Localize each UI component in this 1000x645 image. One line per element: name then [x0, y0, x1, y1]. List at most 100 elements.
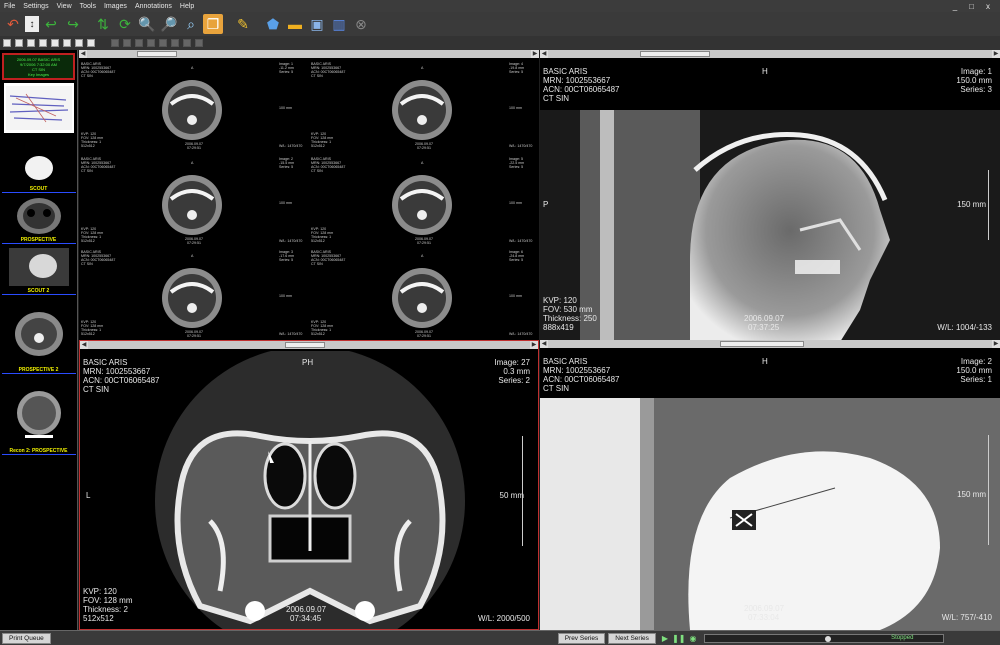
thumbnail-recon-2[interactable]: Recon 2: PROSPECTIVE: [1, 380, 76, 458]
pencil-icon[interactable]: ✎: [233, 14, 253, 34]
undo-icon[interactable]: ↶: [3, 14, 23, 34]
viewport-scrollbar[interactable]: ◀ ▶: [79, 50, 539, 58]
menu-images[interactable]: Images: [100, 3, 131, 10]
loop-icon[interactable]: ◉: [689, 634, 696, 643]
menu-view[interactable]: View: [53, 3, 76, 10]
layout-2x2-button[interactable]: [39, 39, 47, 47]
series-layout-6-button[interactable]: [171, 39, 179, 47]
copy-icon[interactable]: ❐: [203, 14, 223, 34]
study-header[interactable]: 2006.09.07 BASIC ARIS 9/7/2006 7:32:00 A…: [2, 53, 75, 80]
cell-study: CT SIN: [81, 262, 93, 266]
frontal-scout-image: [540, 398, 1000, 630]
thumbnail-scout[interactable]: SCOUT: [1, 146, 76, 194]
viewport-scrollbar[interactable]: ◀ ▶: [540, 340, 1000, 348]
close-button[interactable]: x: [982, 2, 994, 11]
rotate-icon[interactable]: ⟳: [115, 14, 135, 34]
series-layout-5-button[interactable]: [159, 39, 167, 47]
next-series-button[interactable]: Next Series: [608, 632, 656, 644]
thumbnail-image: [3, 299, 74, 365]
card-icon[interactable]: ▬: [285, 14, 305, 34]
swap-icon[interactable]: ⇅: [93, 14, 113, 34]
scroll-left-arrow[interactable]: ◀: [80, 341, 88, 349]
maximize-button[interactable]: □: [965, 2, 978, 11]
viewport-top-right[interactable]: ◀ ▶ BASIC ARIS MRN: 1002553667 ACN: 00CT…: [540, 50, 1000, 340]
menu-settings[interactable]: Settings: [19, 3, 52, 10]
toolbar: ↶ ↕ ↩ ↪ ⇅ ⟳ 🔍 🔎 ⌕ ❐ ✎ ⬟ ▬ ▣ ▥ ⊗: [0, 12, 1000, 36]
thumbnail-key-images[interactable]: [2, 83, 75, 143]
series-layout-3-button[interactable]: [135, 39, 143, 47]
cine-controls: ▶ ❚❚ ◉: [662, 634, 697, 643]
slider-knob[interactable]: [825, 635, 832, 642]
overlay-fov: FOV: 530 mm: [543, 595, 593, 604]
thumbnail-prospective[interactable]: PROSPECTIVE: [1, 197, 76, 245]
print-queue-button[interactable]: Print Queue: [2, 632, 51, 644]
cell-matrix: 512x512: [311, 239, 325, 243]
series-layout-2-button[interactable]: [123, 39, 131, 47]
scroll-thumb[interactable]: [285, 342, 325, 348]
screen-icon[interactable]: ▣: [307, 14, 327, 34]
scroll-thumb[interactable]: [137, 51, 177, 57]
tag-icon[interactable]: ⬟: [263, 14, 283, 34]
axial-cell[interactable]: BASIC ARIS MRN: 1002553667 ACN: 00CT060654…: [309, 60, 537, 155]
scroll-left-arrow[interactable]: ◀: [540, 340, 548, 348]
overlay-thickness: Thickness: 2: [83, 605, 128, 614]
scroll-thumb[interactable]: [720, 341, 804, 347]
layout-1x1-button[interactable]: [3, 39, 11, 47]
scroll-right-arrow[interactable]: ▶: [992, 340, 1000, 348]
magnify-icon[interactable]: ⌕: [181, 14, 201, 34]
next-icon[interactable]: ↪: [63, 14, 83, 34]
series-layout-4-button[interactable]: [147, 39, 155, 47]
thumbnail-image: [3, 380, 74, 446]
menu-file[interactable]: File: [0, 3, 19, 10]
scroll-right-arrow[interactable]: ▶: [992, 50, 1000, 58]
cell-time: 07:29:51: [417, 334, 431, 338]
thumbnail-image: [3, 146, 74, 184]
overlay-kvp: KVP: 120: [543, 586, 577, 595]
prev-series-button[interactable]: Prev Series: [557, 632, 606, 644]
overlay-acn: ACN: 00CT06065487: [543, 85, 620, 94]
scroll-left-arrow[interactable]: ◀: [540, 50, 548, 58]
cursor-icon[interactable]: ↕: [25, 16, 39, 32]
viewport-bottom-left[interactable]: ◀ ▶ BASIC ARIS MRN: 1002553667 ACN: 00CT…: [79, 340, 539, 630]
zoom-in-icon[interactable]: 🔍: [137, 14, 157, 34]
axial-cell[interactable]: BASIC ARIS MRN: 1002553667 ACN: 00CT060654…: [79, 155, 307, 250]
axial-cell[interactable]: BASIC ARIS MRN: 1002553667 ACN: 00CT060654…: [309, 248, 537, 340]
viewport-bottom-right[interactable]: ◀ ▶ BASIC ARIS MRN: 1002553667 ACN: 00CT…: [540, 340, 1000, 630]
viewport-top-left[interactable]: ◀ ▶ BASIC ARIS MRN: 1002553667 ACN: 00CT06…: [79, 50, 539, 340]
series-layout-8-button[interactable]: [195, 39, 203, 47]
close-circle-icon[interactable]: ⊗: [351, 14, 371, 34]
thumbnail-scout-2[interactable]: SCOUT 2: [1, 248, 76, 296]
pause-icon[interactable]: ❚❚: [672, 634, 685, 643]
menu-annotations[interactable]: Annotations: [131, 3, 176, 10]
series-layout-1-button[interactable]: [111, 39, 119, 47]
layout-3x3-button[interactable]: [75, 39, 83, 47]
minimize-button[interactable]: _: [949, 2, 961, 11]
series-layout-7-button[interactable]: [183, 39, 191, 47]
menu-help[interactable]: Help: [176, 3, 198, 10]
cine-speed-slider[interactable]: Stopped: [704, 633, 945, 643]
axial-cell[interactable]: BASIC ARIS MRN: 1002553667 ACN: 00CT060654…: [79, 248, 307, 340]
thumbnail-prospective-2[interactable]: PROSPECTIVE 2: [1, 299, 76, 377]
axial-cell[interactable]: BASIC ARIS MRN: 1002553667 ACN: 00CT060654…: [79, 60, 307, 155]
scroll-left-arrow[interactable]: ◀: [79, 50, 87, 58]
overlay-window-level: W/L: 757/-410: [941, 613, 992, 622]
layout-2x3-button[interactable]: [51, 39, 59, 47]
layout-3x2-button[interactable]: [63, 39, 71, 47]
play-icon[interactable]: ▶: [662, 634, 668, 643]
prev-icon[interactable]: ↩: [41, 14, 61, 34]
viewport-scrollbar[interactable]: ◀ ▶: [540, 50, 1000, 58]
menu-tools[interactable]: Tools: [76, 3, 100, 10]
cell-scale: 100 mm: [279, 106, 292, 110]
layout-1x2-button[interactable]: [15, 39, 23, 47]
chart-icon[interactable]: ▥: [329, 14, 349, 34]
scroll-right-arrow[interactable]: ▶: [531, 50, 539, 58]
cell-matrix: 512x512: [81, 144, 95, 148]
scroll-thumb[interactable]: [640, 51, 710, 57]
viewport-scrollbar[interactable]: ◀ ▶: [80, 341, 538, 349]
overlay-date: 2006.09.07: [286, 605, 327, 614]
axial-cell[interactable]: BASIC ARIS MRN: 1002553667 ACN: 00CT060654…: [309, 155, 537, 250]
layout-4x4-button[interactable]: [87, 39, 95, 47]
layout-2x1-button[interactable]: [27, 39, 35, 47]
zoom-out-icon[interactable]: 🔎: [159, 14, 179, 34]
scroll-right-arrow[interactable]: ▶: [530, 341, 538, 349]
